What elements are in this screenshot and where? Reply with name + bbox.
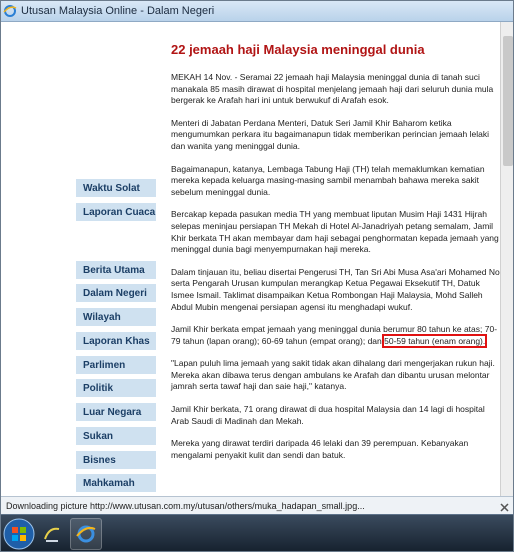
sidebar-item-laporan-khas[interactable]: Laporan Khas bbox=[76, 332, 156, 351]
article-paragraph: Bercakap kepada pasukan media TH yang me… bbox=[171, 209, 499, 255]
scrollbar-thumb[interactable] bbox=[503, 36, 513, 166]
page-left-margin bbox=[0, 22, 70, 496]
sidebar-item-bisnes[interactable]: Bisnes bbox=[76, 451, 156, 470]
status-bar: Downloading picture http://www.utusan.co… bbox=[0, 496, 514, 514]
sidebar-item-mahkamah[interactable]: Mahkamah bbox=[76, 474, 156, 493]
ie-icon[interactable] bbox=[70, 518, 102, 550]
app-icon[interactable] bbox=[36, 518, 68, 550]
vertical-scrollbar[interactable] bbox=[500, 22, 514, 496]
sidebar-item-waktu-solat[interactable]: Waktu Solat bbox=[76, 179, 156, 198]
highlighted-age-text: 50-59 tahun (enam orang). bbox=[382, 333, 488, 348]
article: 22 jemaah haji Malaysia meninggal dunia … bbox=[158, 22, 514, 496]
sidebar-item-parlimen[interactable]: Parlimen bbox=[76, 356, 156, 375]
article-paragraph-ages: Jamil Khir berkata empat jemaah yang men… bbox=[171, 324, 504, 348]
windows-start-icon[interactable] bbox=[2, 517, 36, 551]
sidebar-item-politik[interactable]: Politik bbox=[76, 379, 156, 398]
window-title-bar: Utusan Malaysia Online - Dalam Negeri bbox=[0, 0, 514, 22]
article-headline: 22 jemaah haji Malaysia meninggal dunia bbox=[171, 42, 425, 57]
sidebar: Waktu Solat Laporan Cuaca Berita Utama D… bbox=[70, 22, 158, 496]
ie-icon bbox=[3, 4, 17, 18]
status-text: Downloading picture http://www.utusan.co… bbox=[6, 500, 365, 511]
close-icon[interactable] bbox=[499, 500, 510, 512]
sidebar-item-sukan[interactable]: Sukan bbox=[76, 427, 156, 446]
article-paragraph: Dalam tinjauan itu, beliau disertai Peng… bbox=[171, 266, 503, 312]
browser-content: Waktu Solat Laporan Cuaca Berita Utama D… bbox=[0, 22, 514, 496]
article-paragraph: "Lapan puluh lima jemaah yang sakit tida… bbox=[171, 358, 495, 392]
article-paragraph: Jamil Khir berkata, 71 orang dirawat di … bbox=[171, 404, 485, 426]
article-paragraph: Bagaimanapun, katanya, Lembaga Tabung Ha… bbox=[171, 163, 485, 197]
window-title: Utusan Malaysia Online - Dalam Negeri bbox=[21, 4, 215, 17]
article-paragraph: Mereka yang dirawat terdiri daripada 46 … bbox=[171, 438, 469, 460]
article-paragraph: MEKAH 14 Nov. - Seramai 22 jemaah haji M… bbox=[171, 72, 494, 106]
sidebar-item-dalam-negeri[interactable]: Dalam Negeri bbox=[76, 284, 156, 303]
sidebar-item-berita-utama[interactable]: Berita Utama bbox=[76, 261, 156, 280]
sidebar-item-laporan-cuaca[interactable]: Laporan Cuaca bbox=[76, 203, 156, 222]
taskbar bbox=[0, 514, 514, 552]
article-paragraph: Menteri di Jabatan Perdana Menteri, Datu… bbox=[171, 117, 489, 151]
sidebar-item-luar-negara[interactable]: Luar Negara bbox=[76, 403, 156, 422]
sidebar-item-wilayah[interactable]: Wilayah bbox=[76, 308, 156, 327]
